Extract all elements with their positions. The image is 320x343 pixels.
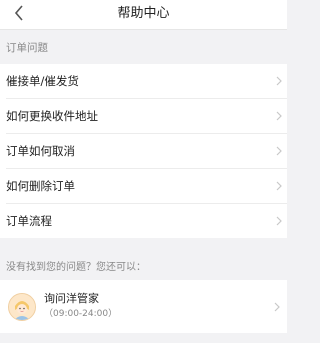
butler-avatar-icon	[9, 293, 35, 320]
list-item-label: 订单如何取消	[6, 144, 75, 158]
avatar	[8, 292, 36, 321]
contact-name: 询问洋管家	[44, 292, 99, 305]
list-item-cancel-order[interactable]: 订单如何取消	[6, 134, 287, 169]
chevron-right-icon	[271, 300, 283, 314]
order-question-list: 催接单/催发货 如何更换收件地址 订单如何取消 如何删除订单 订单流程	[0, 64, 287, 238]
contact-butler-item[interactable]: 询问洋管家 （09:00-24:00）	[0, 280, 287, 333]
list-item-label: 催接单/催发货	[6, 74, 79, 88]
list-item-label: 订单流程	[6, 214, 52, 228]
page-title: 帮助中心	[117, 6, 170, 21]
section-heading-order: 订单问题	[6, 41, 48, 54]
chevron-right-icon	[273, 74, 285, 88]
chevron-right-icon	[273, 144, 285, 158]
list-item-urge-order[interactable]: 催接单/催发货	[6, 64, 287, 99]
chevron-right-icon	[273, 214, 285, 228]
list-item-label: 如何更换收件地址	[6, 109, 98, 123]
nav-bar: 帮助中心	[0, 0, 287, 30]
help-note: 没有找到您的问题？您还可以：	[6, 261, 146, 273]
list-item-order-process[interactable]: 订单流程	[6, 204, 287, 238]
contact-hours: （09:00-24:00）	[44, 309, 118, 319]
list-item-label: 如何删除订单	[6, 179, 75, 193]
chevron-right-icon	[273, 179, 285, 193]
list-item-delete-order[interactable]: 如何删除订单	[6, 169, 287, 204]
list-item-change-address[interactable]: 如何更换收件地址	[6, 99, 287, 134]
chevron-right-icon	[273, 109, 285, 123]
